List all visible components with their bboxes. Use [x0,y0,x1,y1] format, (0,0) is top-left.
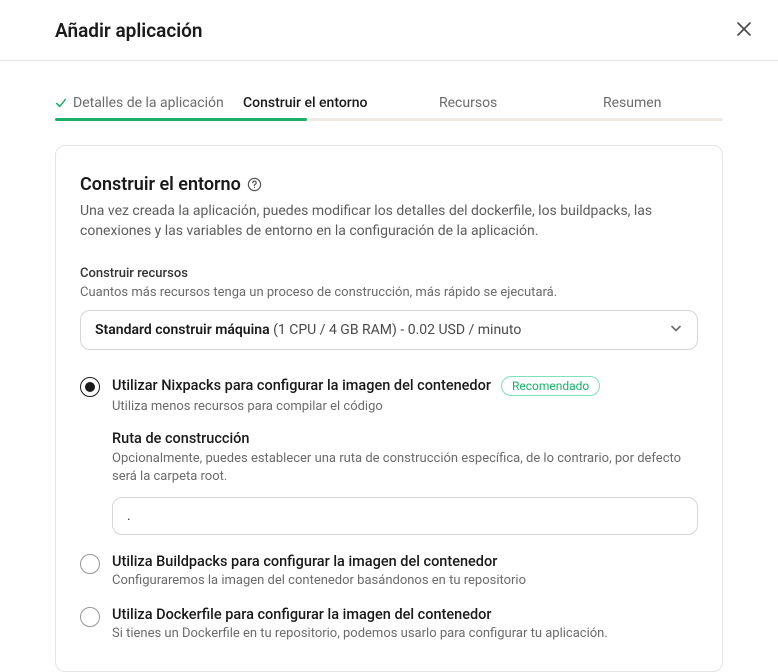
chevron-down-icon [669,321,683,339]
tab-summary[interactable]: Resumen [603,85,661,121]
build-resources-label: Construir recursos [80,266,698,281]
tab-label: Recursos [439,95,497,111]
help-icon[interactable] [247,177,262,192]
build-resources-sub: Cuantos más recursos tenga un proceso de… [80,285,698,300]
build-machine-select[interactable]: Standard construir máquina (1 CPU / 4 GB… [80,310,698,350]
build-path-desc: Opcionalmente, puedes establecer una rut… [112,450,698,488]
dialog-header: Añadir aplicación [0,0,778,61]
wizard-tabs: Detalles de la aplicación Construir el e… [55,85,723,121]
radio-option-buildpacks: Utiliza Buildpacks para configurar la im… [80,553,698,588]
recommended-badge: Recomendado [501,376,600,396]
close-button[interactable] [732,18,756,42]
close-icon [737,21,751,40]
check-icon [55,97,67,109]
radio-nixpacks[interactable] [80,377,100,397]
tab-label: Resumen [603,95,661,111]
radio-title: Utilizar Nixpacks para configurar la ima… [112,377,491,394]
build-path-label: Ruta de construcción [112,430,698,447]
radio-title: Utiliza Dockerfile para configurar la im… [112,606,492,623]
radio-dockerfile[interactable] [80,607,100,627]
build-method-radios: Utilizar Nixpacks para configurar la ima… [80,376,698,642]
radio-desc: Si tienes un Dockerfile en tu repositori… [112,626,698,641]
radio-desc: Utiliza menos recursos para compilar el … [112,399,698,414]
build-path-input[interactable] [112,497,698,535]
radio-option-nixpacks: Utilizar Nixpacks para configurar la ima… [80,376,698,536]
tab-app-details[interactable]: Detalles de la aplicación [55,85,243,121]
build-machine-selected: Standard construir máquina (1 CPU / 4 GB… [95,322,521,338]
tab-underline-progress [55,118,307,121]
tab-resources[interactable]: Recursos [439,85,603,121]
radio-buildpacks[interactable] [80,554,100,574]
dialog-title: Añadir aplicación [55,19,203,42]
tab-label: Construir el entorno [243,95,367,111]
build-environment-card: Construir el entorno Una vez creada la a… [55,145,723,672]
tab-label: Detalles de la aplicación [73,95,224,111]
radio-desc: Configuraremos la imagen del contenedor … [112,573,698,588]
card-title: Construir el entorno [80,174,241,195]
build-path-field: Ruta de construcción Opcionalmente, pued… [112,430,698,536]
card-description: Una vez creada la aplicación, puedes mod… [80,201,698,242]
radio-option-dockerfile: Utiliza Dockerfile para configurar la im… [80,606,698,641]
radio-title: Utiliza Buildpacks para configurar la im… [112,553,497,570]
tab-build-environment[interactable]: Construir el entorno [243,85,439,121]
